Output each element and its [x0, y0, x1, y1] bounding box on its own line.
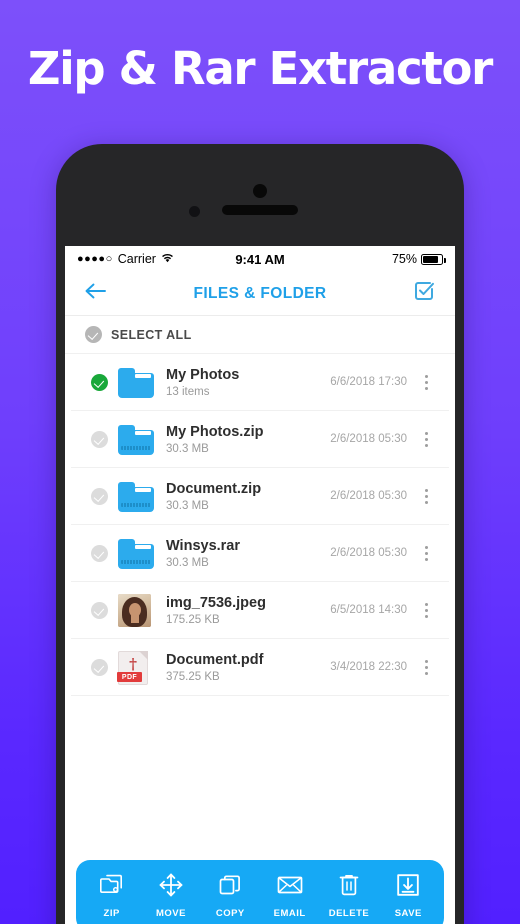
- select-all-label: SELECT ALL: [111, 327, 192, 342]
- pdf-badge-label: PDF: [117, 672, 142, 682]
- battery-icon: [421, 253, 447, 265]
- photo-thumb-icon: [118, 592, 154, 628]
- select-all-row[interactable]: SELECT ALL: [65, 316, 455, 354]
- file-size: 175.25 KB: [166, 613, 220, 626]
- file-name: Document.pdf: [166, 652, 264, 669]
- front-camera-icon: [253, 184, 267, 198]
- battery-percent-label: 75%: [391, 252, 417, 266]
- pdf-icon: † PDF: [117, 649, 154, 685]
- zip-button[interactable]: ZIP: [82, 873, 141, 919]
- clock-label: 9:41 AM: [235, 251, 285, 267]
- table-row[interactable]: Winsys.rar 30.3 MB 2/6/2018 05:30: [71, 525, 449, 582]
- download-icon: [395, 873, 421, 902]
- copy-icon: [217, 873, 243, 902]
- file-date: 2/6/2018 05:30: [330, 433, 407, 445]
- wifi-icon: [161, 252, 174, 266]
- copy-button-label: COPY: [215, 908, 245, 919]
- file-name: My Photos: [166, 367, 240, 384]
- file-date: 3/4/2018 22:30: [330, 661, 407, 673]
- save-button-label: SAVE: [394, 908, 422, 919]
- earpiece-speaker: [222, 205, 298, 215]
- envelope-icon: [277, 873, 303, 902]
- copy-button[interactable]: COPY: [201, 873, 260, 919]
- row-checkbox[interactable]: [91, 544, 108, 562]
- move-button[interactable]: MOVE: [141, 873, 200, 919]
- file-size: 30.3 MB: [166, 442, 209, 455]
- checkbox-select-icon: [413, 280, 435, 307]
- row-checkbox[interactable]: [91, 430, 108, 448]
- email-button[interactable]: EMAIL: [260, 873, 319, 919]
- select-mode-button[interactable]: [409, 280, 439, 307]
- zip-button-label: ZIP: [103, 908, 120, 919]
- zip-folder-icon: [118, 535, 154, 571]
- more-vertical-icon[interactable]: [419, 431, 433, 447]
- action-toolbar: ZIP MOVE COPY EMAIL DELETE SAVE: [76, 860, 444, 924]
- table-row[interactable]: My Photos.zip 30.3 MB 2/6/2018 05:30: [71, 411, 449, 468]
- page-title: Zip & Rar Extractor: [27, 42, 493, 95]
- carrier-label: Carrier: [117, 252, 156, 266]
- more-vertical-icon[interactable]: [419, 545, 433, 561]
- file-name: Winsys.rar: [166, 538, 241, 555]
- back-arrow-icon: [85, 283, 107, 304]
- email-button-label: EMAIL: [273, 908, 306, 919]
- file-date: 6/5/2018 14:30: [330, 604, 407, 616]
- file-date: 6/6/2018 17:30: [330, 376, 407, 388]
- zip-folder-icon: [118, 421, 154, 457]
- delete-button[interactable]: DELETE: [319, 873, 378, 919]
- file-name: My Photos.zip: [166, 424, 264, 441]
- zip-folder-icon: [118, 478, 154, 514]
- file-list: My Photos 13 items 6/6/2018 17:30 My Pho…: [65, 354, 455, 696]
- more-vertical-icon[interactable]: [419, 374, 433, 390]
- more-vertical-icon[interactable]: [419, 488, 433, 504]
- folder-icon: [118, 364, 154, 400]
- signal-strength-icon: ●●●●○: [77, 253, 113, 265]
- screen-title: FILES & FOLDER: [193, 284, 327, 302]
- proximity-sensor-icon: [189, 206, 200, 217]
- status-bar: ●●●●○ Carrier 9:41 AM 75%: [65, 246, 455, 272]
- row-checkbox[interactable]: [91, 601, 108, 619]
- file-size: 30.3 MB: [166, 499, 209, 512]
- table-row[interactable]: † PDF Document.pdf 375.25 KB 3/4/2018 22…: [71, 639, 449, 696]
- more-vertical-icon[interactable]: [419, 602, 433, 618]
- row-checkbox[interactable]: [91, 373, 108, 391]
- phone-mockup: ●●●●○ Carrier 9:41 AM 75% FILES & FOLDER: [56, 144, 464, 924]
- zip-folders-icon: [99, 873, 125, 902]
- file-size: 375.25 KB: [166, 670, 220, 683]
- trash-icon: [336, 873, 362, 902]
- back-button[interactable]: [81, 283, 111, 304]
- file-name: img_7536.jpeg: [166, 595, 266, 612]
- select-all-checkbox[interactable]: [85, 326, 102, 343]
- table-row[interactable]: img_7536.jpeg 175.25 KB 6/5/2018 14:30: [71, 582, 449, 639]
- save-button[interactable]: SAVE: [379, 873, 438, 919]
- more-vertical-icon[interactable]: [419, 659, 433, 675]
- row-checkbox[interactable]: [91, 487, 108, 505]
- file-size: 30.3 MB: [166, 556, 209, 569]
- phone-screen: ●●●●○ Carrier 9:41 AM 75% FILES & FOLDER: [65, 246, 455, 924]
- file-name: Document.zip: [166, 481, 262, 498]
- move-button-label: MOVE: [156, 908, 186, 919]
- table-row[interactable]: Document.zip 30.3 MB 2/6/2018 05:30: [71, 468, 449, 525]
- table-row[interactable]: My Photos 13 items 6/6/2018 17:30: [71, 354, 449, 411]
- move-arrows-icon: [158, 873, 184, 902]
- file-size: 13 items: [166, 385, 210, 398]
- row-checkbox[interactable]: [91, 658, 108, 676]
- file-date: 2/6/2018 05:30: [330, 490, 407, 502]
- navigation-bar: FILES & FOLDER: [65, 272, 455, 316]
- file-date: 2/6/2018 05:30: [330, 547, 407, 559]
- delete-button-label: DELETE: [328, 908, 370, 919]
